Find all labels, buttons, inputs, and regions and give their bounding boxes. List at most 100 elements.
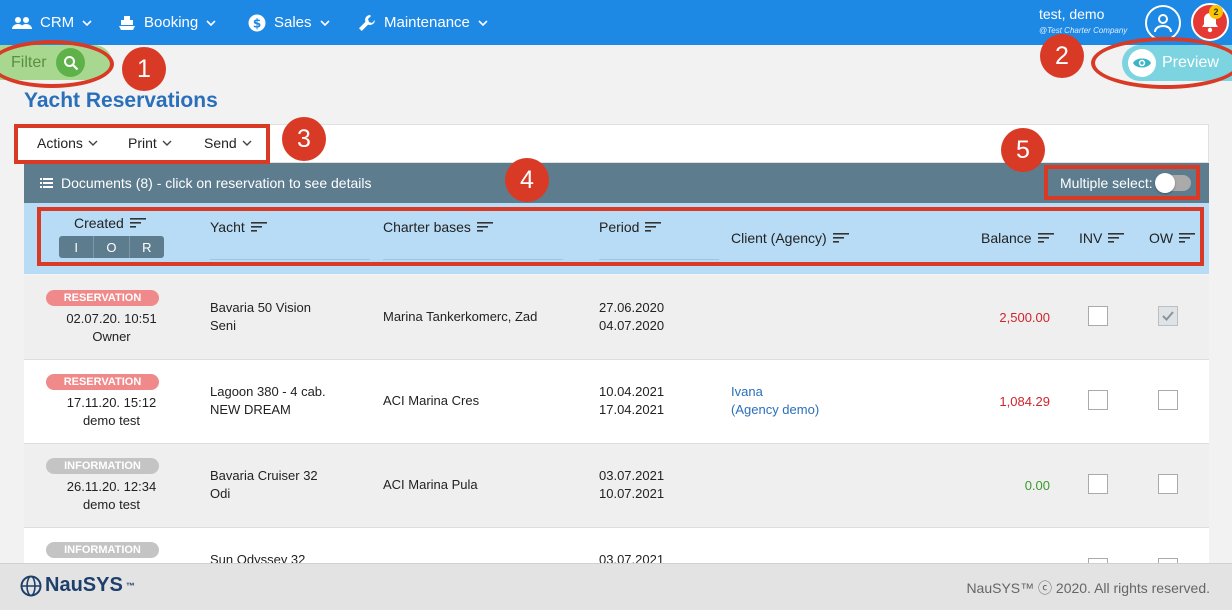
created-cell: 26.11.20. 12:34 demo test [24,478,199,514]
column-client[interactable]: Client (Agency) [731,230,849,246]
yacht-model: Bavaria Cruiser 32 [210,468,318,483]
print-label: Print [128,135,157,151]
search-icon [56,48,85,77]
page-title: Yacht Reservations [24,89,218,112]
multiple-select-toggle[interactable] [1154,173,1191,193]
inv-checkbox[interactable] [1088,306,1108,326]
yacht-cell: Lagoon 380 - 4 cab. NEW DREAM [210,383,326,419]
nav-sales[interactable]: $ Sales [248,0,330,45]
footer: NauSYS ™ NauSYS™ ⓒ 2020. All rights reser… [0,563,1232,610]
table-row[interactable]: RESERVATION 02.07.20. 10:51 Owner Bavari… [24,276,1209,360]
column-created-label: Created [74,215,124,231]
balance-cell: 0.00 [1024,478,1050,493]
sort-icon [129,218,146,228]
table-row[interactable]: INFORMATION 26.11.20. 12:34 demo test Ba… [24,444,1209,528]
dollar-icon: $ [248,14,266,31]
notification-badge: 2 [1209,5,1223,19]
ow-checkbox[interactable] [1158,474,1178,494]
wrench-icon [359,14,375,31]
column-inv-label: INV [1079,230,1103,246]
status-badge: RESERVATION [46,290,159,306]
yacht-cell: Bavaria 50 Vision Seni [210,299,311,335]
yacht-name: Seni [210,318,237,333]
sort-icon [645,222,662,232]
ior-i-button[interactable]: I [59,236,95,258]
preview-label: Preview [1162,54,1219,71]
nav-crm[interactable]: CRM [12,0,92,45]
actions-label: Actions [37,135,83,151]
user-company: @Test Charter Company [1039,26,1128,35]
created-date: 02.07.20. 10:51 [66,311,157,326]
nav-maintenance[interactable]: Maintenance [358,0,488,45]
column-created[interactable]: Created [74,215,146,231]
chevron-down-icon [88,140,98,146]
user-name: test, demo [1039,6,1105,22]
table-row[interactable]: RESERVATION 17.11.20. 15:12 demo test La… [24,360,1209,444]
column-yacht[interactable]: Yacht [210,219,267,235]
created-by: demo test [82,413,141,428]
column-ow[interactable]: OW [1149,230,1196,246]
client-cell[interactable]: Ivana (Agency demo) [731,383,819,419]
period-to: 10.07.2021 [599,486,665,501]
divider [599,259,719,260]
client-name: Ivana [731,384,763,399]
notifications-button[interactable]: 2 [1191,3,1229,41]
ow-checkbox[interactable] [1158,306,1178,326]
sort-icon [476,222,493,232]
column-balance-label: Balance [981,230,1032,246]
chevron-down-icon [206,19,216,26]
period-cell: 27.06.2020 04.07.2020 [599,299,664,335]
ow-checkbox[interactable] [1158,390,1178,410]
yacht-name: NEW DREAM [210,402,291,417]
actions-toolbar: Actions Print Send [14,124,1209,163]
yacht-cell: Bavaria Cruiser 32 Odi [210,467,318,503]
charter-base-cell: Marina Tankerkomerc, Zad [383,309,538,324]
column-charter-bases-label: Charter bases [383,219,471,235]
created-date: 17.11.20. 15:12 [66,395,157,410]
print-dropdown[interactable]: Print [128,135,172,151]
send-label: Send [204,135,237,151]
yacht-model: Bavaria 50 Vision [210,300,311,315]
svg-text:$: $ [253,16,261,30]
period-from: 27.06.2020 [599,300,665,315]
avatar[interactable] [1145,5,1181,41]
footer-logo: NauSYS ™ [20,574,135,597]
column-charter-bases[interactable]: Charter bases [383,219,493,235]
divider [210,259,370,260]
table-header: Created I O R Yacht Charter bases Period… [24,203,1209,274]
created-cell: 17.11.20. 15:12 demo test [24,394,199,430]
filter-button[interactable]: Filter [0,45,112,80]
footer-logo-text: NauSYS [45,574,123,596]
sort-icon [1037,233,1054,243]
inv-checkbox[interactable] [1088,390,1108,410]
status-badge: RESERVATION [46,374,159,390]
ior-r-button[interactable]: R [129,236,164,258]
sort-icon [250,222,267,232]
client-agency: (Agency demo) [731,402,820,417]
nav-sales-label: Sales [274,14,312,31]
ior-o-button[interactable]: O [94,236,130,258]
nav-crm-label: CRM [40,14,75,31]
column-inv[interactable]: INV [1079,230,1125,246]
column-client-label: Client (Agency) [731,230,827,246]
eye-icon [1128,49,1156,77]
footer-copyright: NauSYS™ ⓒ 2020. All rights reserved. [966,580,1210,596]
checkmark-icon [1162,311,1174,321]
divider [383,259,563,260]
yacht-model: Lagoon 380 - 4 cab. [210,384,326,399]
send-dropdown[interactable]: Send [204,135,252,151]
chevron-down-icon [162,140,172,146]
top-navigation-bar: CRM Booking $ Sales Maintenance test, de… [0,0,1232,45]
user-info[interactable]: test, demo @Test Charter Company [1039,6,1127,35]
created-cell: 02.07.20. 10:51 Owner [24,310,199,346]
column-balance[interactable]: Balance [981,230,1054,246]
annotation-number-1: 1 [122,47,166,91]
inv-checkbox[interactable] [1088,474,1108,494]
preview-button[interactable]: Preview [1122,45,1232,81]
actions-dropdown[interactable]: Actions [37,135,98,151]
user-icon [1154,14,1172,33]
people-icon [12,16,32,29]
nav-booking[interactable]: Booking [118,0,216,45]
balance-cell: 2,500.00 [999,310,1050,325]
column-period[interactable]: Period [599,219,662,235]
